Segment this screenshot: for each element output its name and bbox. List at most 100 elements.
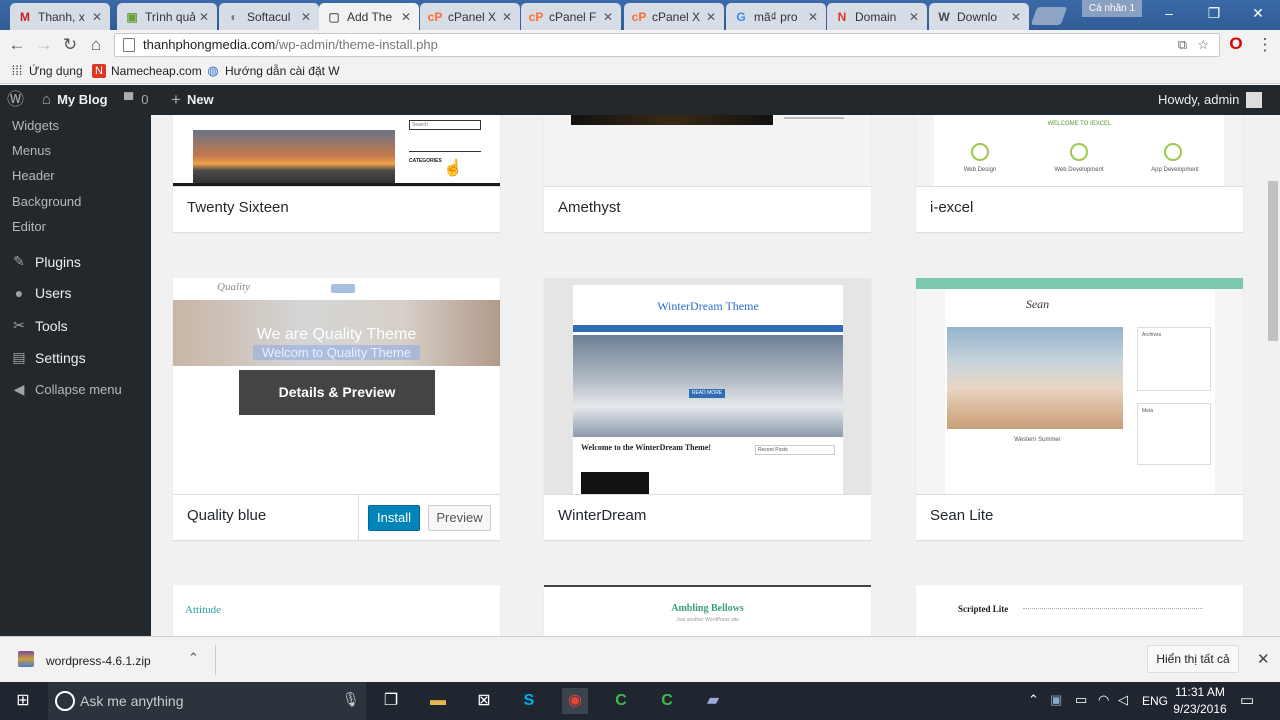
howdy-account[interactable]: Howdy, admin [1158,85,1263,115]
tab-close-icon[interactable]: ✕ [603,10,613,24]
close-window-icon[interactable]: ✕ [1236,0,1280,26]
theme-card-i-excel[interactable]: WELCOME TO IEXCEL Web Design Web Develop… [916,115,1243,232]
theme-card-quality-blue[interactable]: Quality We are Quality Theme Welcom to Q… [173,278,500,541]
chevron-up-icon[interactable]: ⌃ [188,650,199,666]
browser-tab[interactable]: Gmã₫ pro ✕ [726,3,826,30]
download-filename[interactable]: wordpress-4.6.1.zip [46,654,151,668]
reload-icon[interactable]: ↻ [59,34,81,56]
page-scrollbar[interactable] [1266,115,1280,636]
browser-tab[interactable]: cP cPanel X ✕ [420,3,520,30]
sidebar-item-settings[interactable]: ▤ Settings [10,349,85,366]
clock-date[interactable]: 9/23/2016 [1170,702,1230,716]
tab-close-icon[interactable]: ✕ [301,10,311,24]
back-icon[interactable]: ← [6,34,28,56]
sidebar-item-users[interactable]: ● Users [10,285,72,301]
theme-card-attitude[interactable]: Attitude [173,585,500,636]
theme-card-sean-lite[interactable]: Sean Western Summer Archives Meta Sean L… [916,278,1243,540]
translate-icon[interactable]: ⧉ [1178,34,1187,56]
install-button[interactable]: Install [368,505,420,531]
bookmark-namecheap[interactable]: N Namecheap.com [92,64,202,78]
address-bar[interactable]: thanhphongmedia.com/wp-admin/theme-insta… [114,33,1220,57]
opera-icon[interactable]: O [1226,34,1246,54]
tab-close-icon[interactable]: ✕ [706,10,716,24]
tab-close-icon[interactable]: ✕ [808,10,818,24]
sidebar-item-header[interactable]: Header [12,168,55,183]
close-icon[interactable]: ✕ [1257,650,1270,668]
tab-close-icon[interactable]: ✕ [502,10,512,24]
theme-name: Amethyst [558,199,621,216]
store-icon[interactable]: ⊠ [471,688,497,714]
theme-card-amethyst[interactable]: Amethyst [544,115,871,232]
new-content-link[interactable]: + New [171,85,214,115]
scrollbar-thumb[interactable] [1268,181,1278,341]
skype-icon[interactable]: S [516,688,542,714]
minimize-icon[interactable]: – [1147,0,1191,26]
file-explorer-icon[interactable]: ▬ [425,688,451,714]
details-preview-button[interactable]: Details & Preview [239,370,435,415]
google-icon: G [736,9,746,24]
chevron-up-icon[interactable]: ⌃ [1028,692,1039,708]
feature-icon [1070,143,1088,161]
language-indicator[interactable]: ENG [1142,694,1168,708]
volume-icon[interactable]: ◁ [1118,692,1128,708]
camtasia-recorder-icon[interactable]: C [654,688,680,714]
windows-start-icon[interactable]: ⊞ [10,688,36,714]
theme-name: WinterDream [558,507,647,524]
users-icon: ● [14,285,24,301]
forward-icon[interactable]: → [33,34,55,56]
collapse-menu-button[interactable]: ◀ Collapse menu [10,381,122,398]
comments-link[interactable]: ▀ 0 [124,85,148,115]
theme-name: Twenty Sixteen [187,199,289,216]
browser-tab[interactable]: N Domain ✕ [827,3,927,30]
theme-card-scripted-lite[interactable]: Scripted Lite [916,585,1243,636]
sidebar-item-widgets[interactable]: Widgets [12,118,59,133]
tray-app-icon[interactable]: ▣ [1050,692,1062,708]
theme-logo: Quality [217,281,250,293]
maximize-icon[interactable]: ❐ [1192,0,1236,26]
sidebar-item-editor[interactable]: Editor [12,219,46,234]
sidebar-item-background[interactable]: Background [12,194,81,209]
tab-close-icon[interactable]: ✕ [92,10,102,24]
tab-close-icon[interactable]: ✕ [909,10,919,24]
tab-close-icon[interactable]: ✕ [401,10,411,24]
sidebar-item-tools[interactable]: ✂ Tools [10,317,68,334]
theme-card-winterdream[interactable]: WinterDream Theme READ MORE Welcome to t… [544,278,871,540]
sunset-image [193,130,395,183]
menu-icon[interactable]: ⋮ [1254,34,1276,56]
battery-icon[interactable]: ▭ [1075,692,1087,708]
site-name-link[interactable]: ⌂ My Blog [42,85,108,115]
clock-time[interactable]: 11:31 AM [1170,685,1230,699]
chrome-icon[interactable]: ◉ [562,688,588,714]
cortana-search-box[interactable]: Ask me anything 🎙 [48,682,366,720]
tab-close-icon[interactable]: ✕ [199,10,209,24]
browser-tab[interactable]: ◐ Softacul ✕ [219,3,319,30]
browser-tab[interactable]: W Downlo ✕ [929,3,1029,30]
wifi-icon[interactable]: ◠ [1098,692,1109,708]
browser-tab[interactable]: cP cPanel F ✕ [521,3,621,30]
url-path: /wp-admin/theme-install.php [275,37,438,52]
browser-tab[interactable]: M Thanh, x ✕ [10,3,110,30]
bookmark-apps[interactable]: ⁞⁞⁞ Ứng dụng [10,64,83,79]
preview-button[interactable]: Preview [428,505,491,531]
sidebar-item-menus[interactable]: Menus [12,143,51,158]
notifications-icon[interactable]: ▭ [1240,691,1254,709]
sidebar-item-plugins[interactable]: ✎ Plugins [10,253,81,270]
tab-close-icon[interactable]: ✕ [1011,10,1021,24]
app-icon[interactable]: ▰ [700,688,726,714]
cursor-icon: ☝ [443,160,463,177]
bookmark-star-icon[interactable]: ☆ [1197,34,1209,56]
bookmark-huong-dan[interactable]: ◍ Hướng dẫn cài đặt W [206,64,339,79]
theme-screenshot: Quality We are Quality Theme Welcom to Q… [173,278,500,494]
theme-card-twenty-sixteen[interactable]: Search CATEGORIES ☝ Twenty Sixteen [173,115,500,232]
browser-tab[interactable]: ▣ Trình quả ✕ [117,3,217,30]
profile-button[interactable]: Cá nhân 1 [1082,0,1142,17]
browser-tab[interactable]: cP cPanel X ✕ [624,3,724,30]
wordpress-logo-icon[interactable]: Ⓦ [7,85,24,115]
camtasia-icon[interactable]: C [608,688,634,714]
task-view-icon[interactable]: ❐ [378,688,404,714]
show-all-button[interactable]: Hiển thị tất cả [1147,645,1239,673]
theme-card-ambling-bellows[interactable]: Ambling Bellows Just another WordPress s… [544,585,871,636]
browser-tab[interactable]: ▢ Add The ✕ [319,3,419,30]
new-tab-button[interactable] [1030,7,1068,25]
home-icon[interactable]: ⌂ [85,34,107,56]
